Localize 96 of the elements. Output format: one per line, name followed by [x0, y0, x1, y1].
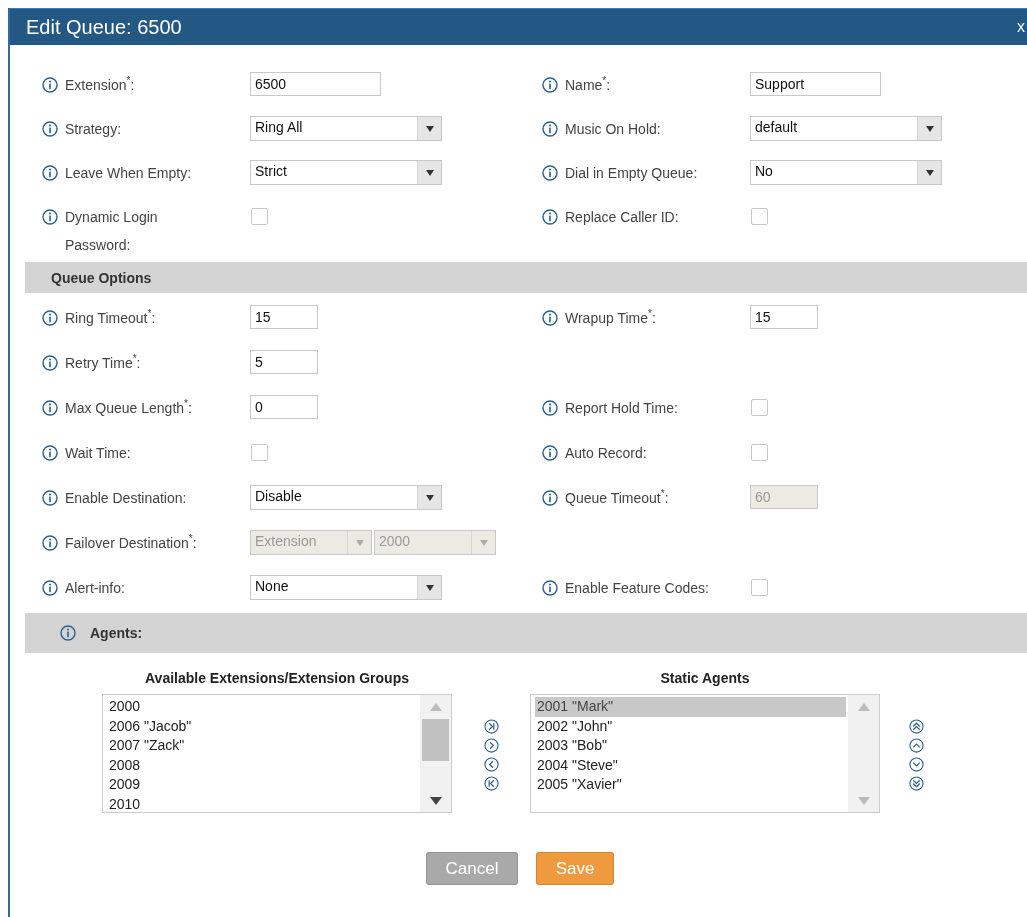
input-field[interactable]: 0	[250, 395, 318, 419]
info-icon[interactable]	[542, 165, 558, 181]
field-label: Name$^{*}$:	[565, 74, 612, 95]
double-chevron-up-icon[interactable]	[909, 719, 924, 734]
field-label: Report Hold Time:	[565, 399, 679, 418]
chevron-down-icon[interactable]	[909, 757, 924, 772]
scrollbar[interactable]	[420, 695, 451, 812]
list-item[interactable]: 2001 "Mark"	[535, 697, 846, 717]
skip-right-icon[interactable]	[484, 719, 499, 734]
info-icon[interactable]	[42, 535, 58, 551]
list-item[interactable]: 2007 "Zack"	[107, 736, 418, 756]
info-icon[interactable]	[542, 310, 558, 326]
input-field[interactable]: 5	[250, 350, 318, 374]
skip-left-icon[interactable]	[484, 776, 499, 791]
info-icon[interactable]	[42, 400, 58, 416]
scroll-down-icon[interactable]	[429, 797, 442, 805]
field-label: Auto Record:	[565, 444, 648, 463]
list-item[interactable]: 2000	[107, 697, 418, 717]
field-label: Queue Timeout$^{*}$:	[565, 487, 670, 508]
field-label: Enable Destination:	[65, 489, 188, 508]
checkbox[interactable]	[751, 579, 768, 596]
list-item[interactable]: 2006 "Jacob"	[107, 716, 418, 736]
chevron-up-icon[interactable]	[909, 738, 924, 753]
list-item[interactable]: 2008	[107, 755, 418, 775]
input-field[interactable]: 15	[750, 305, 818, 329]
list-item[interactable]: 2005 "Xavier"	[535, 775, 846, 795]
info-icon[interactable]	[42, 165, 58, 181]
info-icon[interactable]	[542, 77, 558, 93]
field-label: Ring Timeout$^{*}$:	[65, 307, 157, 328]
dropdown[interactable]: Disable	[250, 485, 442, 510]
info-icon[interactable]	[42, 445, 58, 461]
info-icon[interactable]	[42, 580, 58, 596]
info-icon[interactable]	[542, 580, 558, 596]
info-icon[interactable]	[542, 445, 558, 461]
caret-icon	[479, 539, 488, 546]
info-icon[interactable]	[42, 355, 58, 371]
checkbox[interactable]	[751, 208, 768, 225]
field-label: Dynamic Login Password:	[65, 208, 159, 255]
section-title: Agents:	[90, 625, 143, 641]
field-label: Dial in Empty Queue:	[565, 164, 699, 183]
list-item[interactable]: 2010	[107, 794, 418, 814]
field-label: Wait Time:	[65, 444, 132, 463]
info-icon[interactable]	[60, 625, 76, 641]
checkbox[interactable]	[751, 399, 768, 416]
caret-icon	[355, 539, 364, 546]
caret-icon	[425, 125, 434, 132]
list-box[interactable]: 2001 "Mark" 2002 "John" 2003 "Bob" 2004 "Steve" 2005 "Xavier"	[530, 694, 880, 813]
field-label: Max Queue Length$^{*}$:	[65, 397, 193, 418]
caret-icon	[425, 584, 434, 591]
list-item[interactable]: 2002 "John"	[535, 716, 846, 736]
double-chevron-down-icon[interactable]	[909, 776, 924, 791]
dropdown[interactable]: None	[250, 575, 442, 600]
info-icon[interactable]	[542, 400, 558, 416]
info-icon[interactable]	[42, 121, 58, 137]
chevron-left-icon[interactable]	[484, 757, 499, 772]
dropdown[interactable]: Ring All	[250, 116, 442, 141]
section-title: Queue Options	[50, 269, 152, 286]
field-label: Leave When Empty:	[65, 164, 193, 183]
field-label: Failover Destination$^{*}$:	[65, 532, 198, 553]
dropdown[interactable]: Strict	[250, 160, 442, 185]
info-icon[interactable]	[542, 209, 558, 225]
field-label: Wrapup Time$^{*}$:	[565, 307, 657, 328]
list-box[interactable]: 2000 2006 "Jacob" 2007 "Zack" 2008 2009 2010	[102, 694, 452, 813]
caret-icon	[425, 494, 434, 501]
caret-icon	[925, 169, 934, 176]
info-icon[interactable]	[42, 310, 58, 326]
field-label: Replace Caller ID:	[565, 208, 680, 227]
field-label: Enable Feature Codes:	[565, 579, 710, 598]
info-icon[interactable]	[42, 490, 58, 506]
caret-icon	[925, 125, 934, 132]
checkbox[interactable]	[251, 208, 268, 225]
chevron-right-icon[interactable]	[484, 738, 499, 753]
close-button[interactable]: x	[1017, 18, 1027, 36]
info-icon[interactable]	[42, 209, 58, 225]
field-label: Extension$^{*}$:	[65, 74, 136, 95]
input-field[interactable]: 15	[250, 305, 318, 329]
list-item[interactable]: 2009	[107, 775, 418, 795]
input-field[interactable]: 6500	[250, 72, 381, 96]
list-item[interactable]: 2004 "Steve"	[535, 755, 846, 775]
list-item[interactable]: 2003 "Bob"	[535, 736, 846, 756]
info-icon[interactable]	[542, 490, 558, 506]
info-icon[interactable]	[42, 77, 58, 93]
field-label: Music On Hold:	[565, 120, 662, 139]
field-label: Retry Time$^{*}$:	[65, 352, 142, 373]
field-label: Alert-info:	[65, 579, 126, 598]
checkbox[interactable]	[751, 444, 768, 461]
caret-icon	[425, 169, 434, 176]
info-icon[interactable]	[542, 121, 558, 137]
list-heading: Available Extensions/Extension Groups	[145, 670, 409, 688]
input-field[interactable]: Support	[750, 72, 881, 96]
window-title: Edit Queue: 6500	[25, 15, 182, 39]
list-heading: Static Agents	[660, 670, 750, 688]
dropdown[interactable]: default	[750, 116, 942, 141]
checkbox[interactable]	[251, 444, 268, 461]
dropdown[interactable]: No	[750, 160, 942, 185]
field-label: Strategy:	[65, 120, 123, 139]
